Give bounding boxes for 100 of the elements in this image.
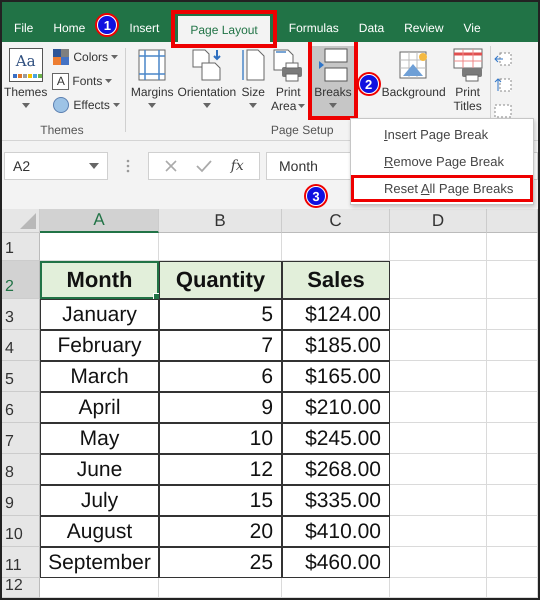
grid-cell: [487, 454, 538, 485]
name-box[interactable]: A2: [4, 152, 108, 180]
print-titles-icon: [452, 48, 484, 82]
ribbon-tab[interactable]: Data: [348, 14, 394, 42]
menu-item[interactable]: Insert Page Break: [354, 124, 530, 145]
table-cell: August: [40, 516, 159, 547]
table-cell: 7: [159, 330, 282, 361]
table-cell: 20: [159, 516, 282, 547]
table-cell: 12: [159, 454, 282, 485]
table-cell: April: [40, 392, 159, 423]
table-cell: 6: [159, 361, 282, 392]
caret-icon: [89, 163, 99, 169]
ribbon-tab[interactable]: Review: [394, 14, 454, 42]
caret-icon: [111, 55, 118, 59]
grid-cell: [487, 361, 538, 392]
table-cell: 25: [159, 547, 282, 578]
row-header[interactable]: 12: [2, 578, 40, 598]
row-header[interactable]: 10: [2, 516, 40, 547]
caret-icon: [112, 103, 120, 107]
margins-icon: [137, 48, 168, 82]
row-header[interactable]: 8: [2, 454, 40, 485]
row-header[interactable]: 5: [2, 361, 40, 392]
caret-icon: [148, 103, 156, 108]
menu-item[interactable]: Remove Page Break: [354, 151, 530, 172]
row-header[interactable]: 6: [2, 392, 40, 423]
grid-cell: [487, 261, 538, 299]
caret-icon: [22, 103, 30, 108]
table-cell: May: [40, 423, 159, 454]
table-cell: $335.00: [282, 485, 390, 516]
column-header[interactable]: D: [390, 209, 487, 233]
ribbon-menu-button[interactable]: A Fonts: [50, 70, 122, 92]
group-label: Page Setup: [270, 123, 334, 139]
row-header[interactable]: 3: [2, 299, 40, 330]
ribbon-tab[interactable]: File: [4, 14, 44, 42]
row-header[interactable]: 4: [2, 330, 40, 361]
ribbon-tab[interactable]: Vie: [454, 14, 491, 42]
grip-icon: [126, 158, 130, 174]
table-cell: $268.00: [282, 454, 390, 485]
ribbon-button[interactable]: Print Area: [268, 46, 308, 116]
ribbon-button[interactable]: Background: [380, 46, 448, 116]
table-cell: 10: [159, 423, 282, 454]
select-all-corner[interactable]: [2, 209, 40, 233]
ribbon-tab[interactable]: Page Layout: [178, 16, 270, 44]
font-icon: A: [52, 72, 70, 90]
table-cell: Quantity: [159, 261, 282, 299]
table-cell: September: [40, 547, 159, 578]
table-cell: $245.00: [282, 423, 390, 454]
table-cell: $185.00: [282, 330, 390, 361]
table-cell: 15: [159, 485, 282, 516]
group-label: Themes: [39, 123, 85, 139]
scale-height-icon: [494, 78, 512, 92]
caret-icon: [202, 103, 211, 108]
caret-icon: [298, 104, 306, 108]
print-area-icon: [272, 48, 304, 82]
triangle-icon: [20, 213, 36, 229]
page-break-icon: [316, 48, 349, 82]
column-header[interactable]: [487, 209, 538, 233]
insert-function-button[interactable]: fx: [230, 158, 244, 174]
effects-icon: [52, 96, 70, 114]
ribbon-menu-button[interactable]: Effects: [50, 94, 122, 116]
caret-icon: [328, 103, 337, 108]
themes-button[interactable]: Aa Themes: [2, 46, 50, 116]
ribbon-button[interactable]: Size: [238, 46, 268, 116]
table-cell: 9: [159, 392, 282, 423]
grid-cell: [487, 516, 538, 547]
ribbon-button[interactable]: Margins: [128, 46, 176, 116]
page-size-icon: [240, 48, 266, 82]
grid-cell: [487, 299, 538, 330]
ribbon-tab[interactable]: Home: [43, 14, 96, 42]
ribbon-button[interactable]: Breaks: [312, 46, 354, 116]
row-header[interactable]: 2: [2, 261, 40, 299]
column-header[interactable]: A: [40, 209, 159, 233]
cancel-icon[interactable]: [164, 159, 178, 173]
ribbon-tab[interactable]: Insert: [119, 14, 170, 42]
ribbon-button[interactable]: Print Titles: [448, 46, 488, 116]
color-swatches-icon: [52, 48, 70, 66]
ribbon-tab[interactable]: Formulas: [278, 14, 349, 42]
row-header[interactable]: 1: [2, 233, 40, 261]
row-header[interactable]: 9: [2, 485, 40, 516]
table-cell: $460.00: [282, 547, 390, 578]
row-header[interactable]: 7: [2, 423, 40, 454]
table-cell: $165.00: [282, 361, 390, 392]
table-cell: January: [40, 299, 159, 330]
ribbon-button[interactable]: Orientation: [176, 46, 238, 116]
step-badge: 1: [97, 15, 118, 35]
table-cell: March: [40, 361, 159, 392]
grid-cell: [487, 392, 538, 423]
table-cell: June: [40, 454, 159, 485]
row-header[interactable]: 11: [2, 547, 40, 578]
caret-icon: [105, 79, 112, 83]
column-header[interactable]: B: [159, 209, 282, 233]
ribbon-menu-button[interactable]: Colors: [50, 46, 122, 68]
grid-cell: [487, 547, 538, 578]
table-cell: $210.00: [282, 392, 390, 423]
menu-item[interactable]: Reset All Page Breaks: [354, 178, 530, 199]
column-header[interactable]: C: [282, 209, 390, 233]
table-cell: February: [40, 330, 159, 361]
checkmark-icon[interactable]: [196, 159, 212, 173]
grid-cell: [487, 423, 538, 454]
themes-icon: Aa: [8, 48, 43, 82]
